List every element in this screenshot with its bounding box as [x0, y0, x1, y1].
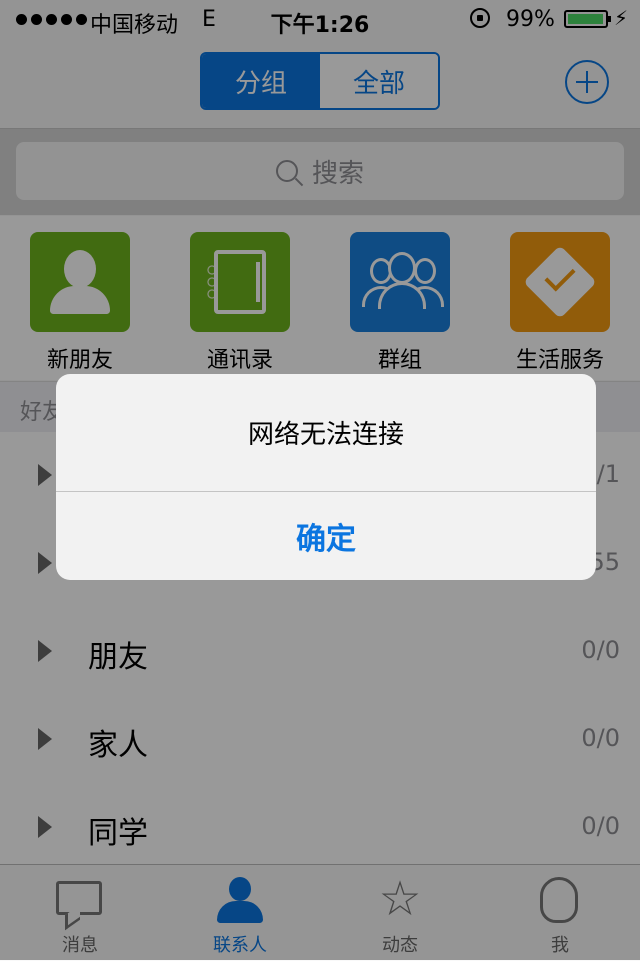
confirm-button[interactable]: 确定	[56, 492, 596, 580]
network-error-alert: 网络无法连接 确定	[56, 374, 596, 580]
contacts-screen: 中国移动 E 下午1:26 99% ⚡ 分组 全部 搜索 新朋友 通讯录 群组 …	[0, 0, 640, 961]
alert-message: 网络无法连接	[56, 374, 596, 492]
